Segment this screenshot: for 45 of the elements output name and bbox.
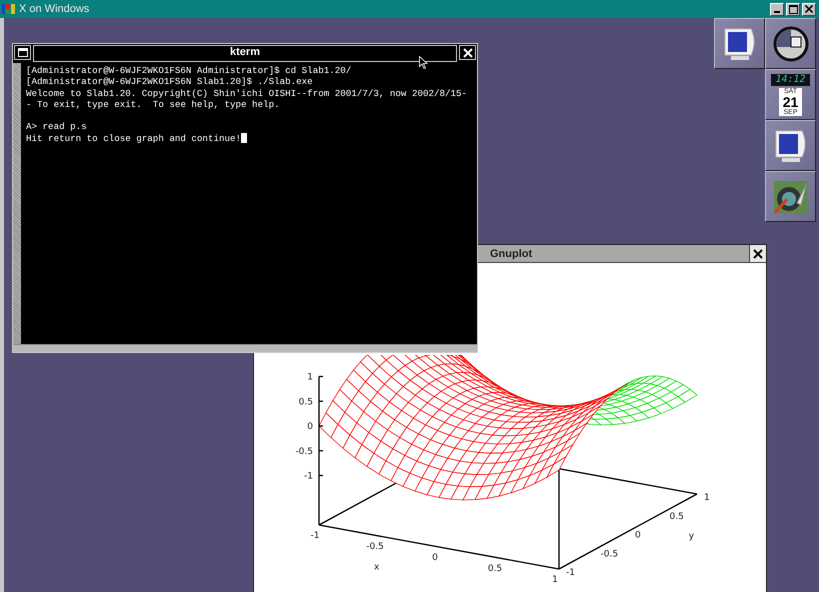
menu-button[interactable] [14, 45, 31, 60]
scroll-bar[interactable] [13, 63, 21, 344]
window-title: X on Windows [19, 3, 90, 15]
axis-tick-label: -0.5 [295, 446, 313, 457]
axis-tick-label: 1 [552, 575, 558, 585]
axis-tick-label: -0.5 [366, 542, 384, 552]
terminal-line: Welcome to Slab1.20. Copyright(C) Shin'ichi OISHI--from 2001/7/3, now 2002/8/15- [26, 88, 468, 99]
axis-tick-label: -1 [304, 472, 313, 482]
dock-tile[interactable] [765, 171, 816, 222]
window-icon [18, 48, 28, 57]
axis-label: y [688, 531, 694, 542]
terminal-line: [Administrator@W-6WJF2WKO1FS6N Administrator]$ cd Slab1.20/ [26, 65, 352, 76]
minimize-button[interactable] [770, 2, 784, 16]
close-button[interactable] [749, 245, 766, 262]
axis-tick-label: 0 [307, 422, 313, 432]
dock-tile[interactable] [714, 18, 765, 69]
clock-display: 14:12 [771, 74, 810, 86]
maximize-button[interactable] [786, 2, 800, 16]
axis-tick-label: -0.5 [600, 549, 618, 560]
axis-tick-label: 0.5 [488, 564, 502, 574]
axis-tick-label: -1 [566, 568, 575, 578]
dock-tile[interactable] [765, 120, 816, 171]
axis-tick-label: 0.5 [298, 397, 313, 408]
terminal-line: - To exit, type exit. To see help, type help. [26, 98, 280, 110]
axis-tick-label: 0.5 [670, 512, 684, 522]
plot-window-title: Gnuplot [490, 248, 532, 260]
dock-tile[interactable] [765, 18, 816, 69]
axis-tick-label: 1 [307, 372, 313, 382]
axis-tick-label: -1 [310, 531, 320, 541]
close-icon [805, 5, 813, 13]
calendar-day: 21 [782, 94, 798, 108]
axis-tick-label: 0 [432, 553, 438, 563]
axis-tick-label: 0 [635, 530, 641, 540]
axis-label: x [374, 562, 380, 572]
axis-tick-label: 1 [704, 493, 710, 503]
terminal-line: [Administrator@W-6WJF2WKO1FS6N Slab1.20]$ ./Slab.exe [26, 76, 313, 88]
maximize-icon [788, 4, 798, 14]
terminal-line: A> read p.s [26, 121, 87, 133]
scroll-bar[interactable] [13, 344, 477, 352]
close-icon [462, 48, 472, 58]
app-icon [2, 3, 16, 15]
terminal-line: Hit return to close graph and continue! [26, 132, 242, 144]
mouse-pointer-icon [419, 56, 428, 69]
close-icon [753, 248, 763, 258]
terminal-title: kterm [33, 45, 457, 62]
